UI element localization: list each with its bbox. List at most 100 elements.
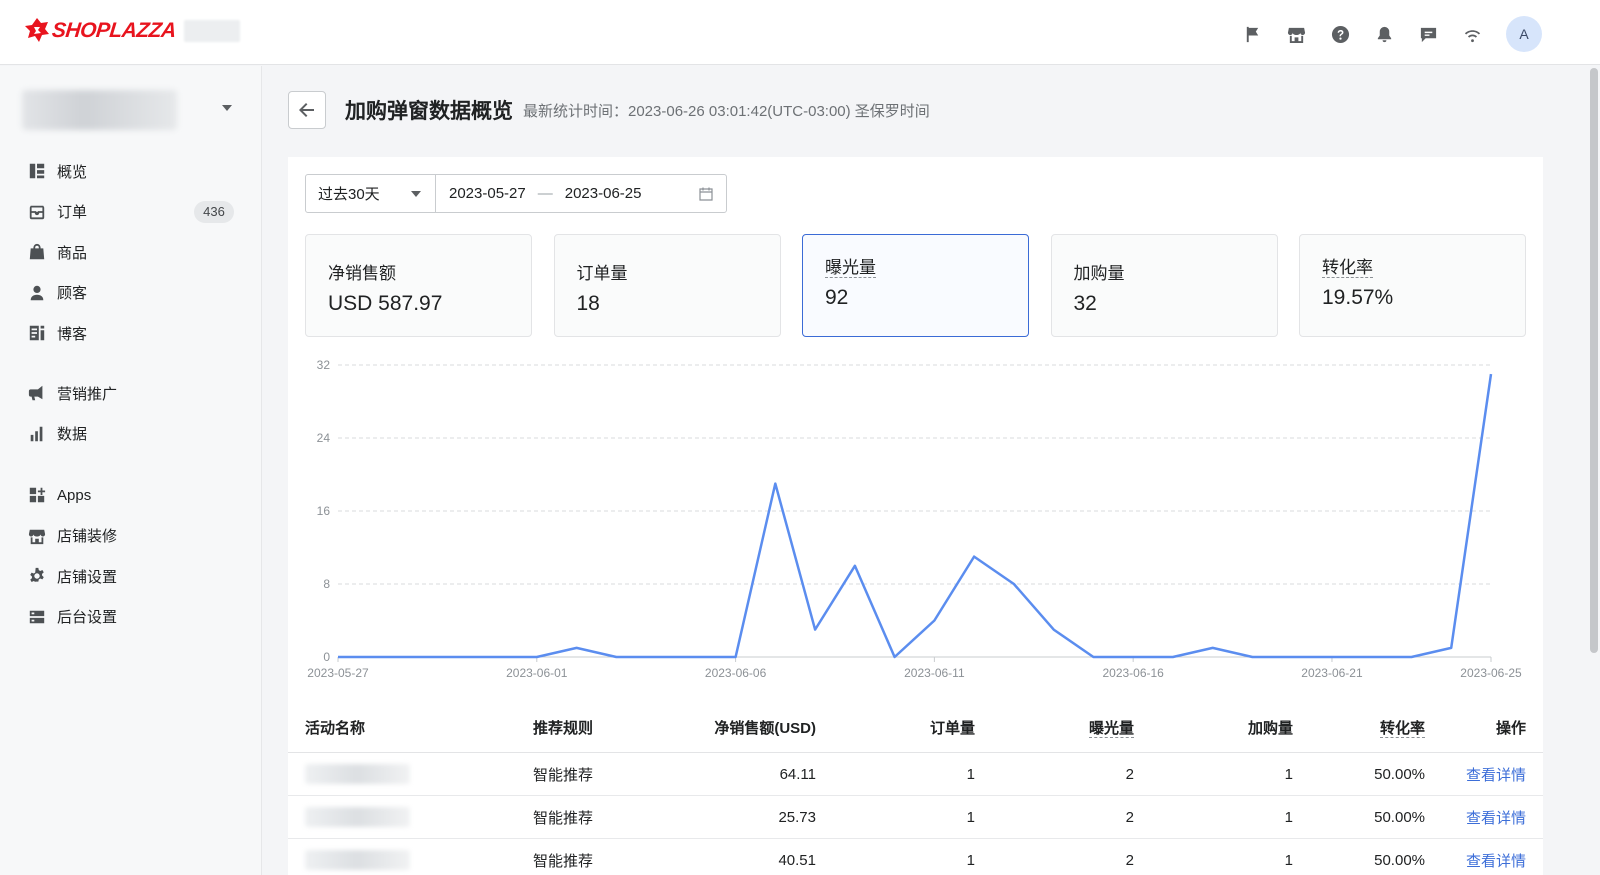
help-icon[interactable] [1318, 17, 1362, 51]
megaphone-icon [28, 386, 43, 401]
sidebar-item-label: 店铺设置 [57, 568, 118, 586]
sidebar-item-label: 订单 [57, 204, 88, 222]
col-header-rate: 转化率 [1379, 719, 1425, 738]
kpi-label: 曝光量 [825, 258, 876, 278]
storefront-icon [28, 529, 46, 544]
sidebar-item-products[interactable]: 商品 [0, 232, 262, 273]
table-row: 智能推荐 25.73 1 2 1 50.00% 查看详情 [288, 796, 1543, 839]
store-name-blurred [183, 20, 240, 42]
view-details-link[interactable]: 查看详情 [1425, 850, 1526, 871]
col-header-name: 活动名称 [305, 719, 366, 737]
orders-count-badge: 436 [194, 200, 234, 223]
kpi-value: 32 [1073, 292, 1097, 315]
main-card: 过去30天 2023-05-27 — 2023-06-25 净销售额 USD 5… [288, 157, 1543, 875]
wifi-icon[interactable] [1450, 17, 1494, 51]
apps-icon [29, 488, 46, 503]
cell-rate: 50.00% [1374, 851, 1425, 869]
back-button[interactable] [288, 91, 326, 129]
store-selector[interactable] [22, 90, 242, 130]
cell-rule: 智能推荐 [533, 852, 594, 870]
sidebar-item-overview[interactable]: 概览 [0, 151, 262, 192]
cell-impressions: 2 [1125, 808, 1134, 826]
range-select[interactable]: 过去30天 [306, 175, 436, 212]
table-header: 活动名称 推荐规则 净销售额(USD) 订单量 曝光量 加购量 转化率 操作 [288, 702, 1543, 753]
col-header-adds: 加购量 [1247, 719, 1293, 737]
col-header-rule: 推荐规则 [533, 719, 594, 737]
kpi-orders[interactable]: 订单量 18 [553, 234, 781, 337]
sidebar-item-analytics[interactable]: 数据 [0, 414, 262, 455]
kpi-value: 92 [825, 286, 849, 309]
cell-adds: 1 [1284, 851, 1293, 869]
kpi-label: 订单量 [576, 264, 628, 283]
end-date: 2023-06-25 [564, 185, 642, 202]
inbox-icon [29, 205, 45, 219]
cell-rate: 50.00% [1374, 765, 1425, 783]
col-header-orders: 订单量 [929, 719, 975, 737]
page-header: 加购弹窗数据概览 最新统计时间：2023-06-26 03:01:42(UTC-… [288, 91, 1538, 129]
sidebar-item-label: 顾客 [57, 285, 88, 303]
chevron-down-icon [222, 105, 232, 111]
server-icon [29, 610, 45, 624]
cell-adds: 1 [1284, 808, 1293, 826]
kpi-add-to-cart[interactable]: 加购量 32 [1050, 234, 1278, 337]
x-tick-label: 2023-06-01 [506, 666, 568, 680]
view-details-link[interactable]: 查看详情 [1425, 807, 1526, 828]
sidebar-item-label: 后台设置 [57, 609, 118, 627]
page-title: 加购弹窗数据概览 [345, 100, 513, 123]
x-tick-label: 2023-06-25 [1460, 666, 1522, 680]
sidebar-item-admin-settings[interactable]: 后台设置 [0, 597, 262, 638]
y-tick-label: 16 [317, 504, 331, 518]
shoplazza-logo[interactable]: SHOPLAZZA [25, 18, 240, 44]
kpi-cards: 净销售额 USD 587.97 订单量 18 曝光量 92 加购量 32 转化率… [305, 234, 1548, 337]
store-icon[interactable] [1274, 17, 1318, 51]
sidebar-item-label: 数据 [57, 426, 88, 444]
shoplazza-logo-icon [25, 18, 49, 42]
cell-impressions: 2 [1125, 851, 1134, 869]
sidebar-item-apps[interactable]: Apps [0, 475, 262, 516]
impressions-line-chart: 0 8 16 24 32 2023-05-27 2023-06-01 2023-06-06 20… [307, 358, 1522, 680]
campaign-name-blurred [305, 764, 410, 784]
col-header-sales: 净销售额(USD) [714, 719, 816, 737]
kpi-label: 加购量 [1073, 264, 1125, 283]
cell-adds: 1 [1284, 765, 1293, 783]
campaign-name-blurred [305, 850, 410, 870]
arrow-left-icon [299, 103, 314, 117]
cell-orders: 1 [966, 851, 975, 869]
date-separator: — [537, 185, 553, 202]
sidebar-item-blog[interactable]: 博客 [0, 313, 262, 354]
campaign-table: 活动名称 推荐规则 净销售额(USD) 订单量 曝光量 加购量 转化率 操作 智… [288, 702, 1543, 875]
cell-orders: 1 [966, 808, 975, 826]
sidebar-item-orders[interactable]: 订单 436 [0, 192, 262, 233]
kpi-conversion-rate[interactable]: 转化率 19.57% [1299, 234, 1526, 337]
cell-orders: 1 [966, 765, 975, 783]
dashboard-icon [29, 164, 45, 179]
col-header-impressions: 曝光量 [1088, 719, 1134, 738]
user-avatar[interactable]: A [1506, 16, 1542, 52]
message-icon[interactable] [1406, 17, 1450, 51]
flag-icon[interactable] [1230, 17, 1274, 51]
last-updated-time: 最新统计时间：2023-06-26 03:01:42(UTC-03:00) 圣保… [523, 102, 930, 120]
bell-icon[interactable] [1362, 17, 1406, 51]
cell-sales: 40.51 [778, 851, 816, 869]
cell-sales: 64.11 [779, 765, 816, 783]
campaign-name-blurred [305, 807, 410, 827]
nav-group-store: Apps 店铺装修 店铺设置 后台设置 [0, 475, 262, 637]
brand-name: SHOPLAZZA [50, 19, 178, 42]
sidebar-item-store-settings[interactable]: 店铺设置 [0, 556, 262, 597]
kpi-net-sales[interactable]: 净销售额 USD 587.97 [305, 234, 532, 337]
blog-icon [29, 326, 45, 341]
x-tick-label: 2023-06-21 [1301, 666, 1363, 680]
page-scrollbar[interactable] [1590, 68, 1598, 653]
kpi-impressions[interactable]: 曝光量 92 [802, 234, 1029, 337]
view-details-link[interactable]: 查看详情 [1425, 764, 1526, 785]
sidebar-item-marketing[interactable]: 营销推广 [0, 373, 262, 414]
kpi-label: 转化率 [1322, 258, 1373, 278]
bag-icon [29, 244, 45, 260]
date-filter: 过去30天 2023-05-27 — 2023-06-25 [305, 174, 727, 213]
sidebar-item-label: 博客 [57, 325, 88, 343]
y-tick-label: 0 [323, 650, 330, 664]
sidebar-item-customers[interactable]: 顾客 [0, 273, 262, 314]
sidebar-item-store-design[interactable]: 店铺装修 [0, 516, 262, 557]
kpi-label: 净销售额 [328, 264, 396, 283]
date-range-picker[interactable]: 2023-05-27 — 2023-06-25 [436, 175, 726, 212]
